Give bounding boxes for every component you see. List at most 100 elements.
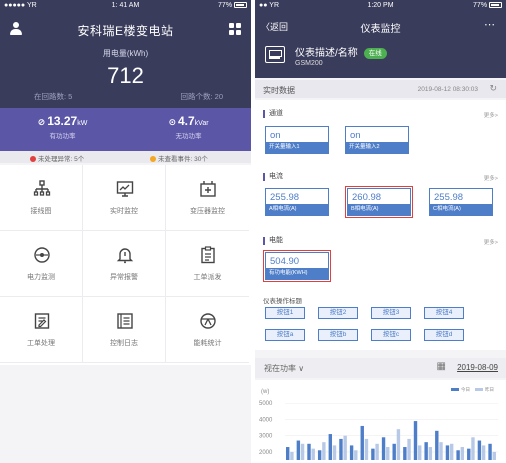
y-tick-label: 3000 [259, 434, 273, 440]
op-button-3[interactable]: 按钮3 [371, 307, 411, 319]
energy-more-link[interactable]: 更多> [484, 238, 498, 246]
channel-more-link[interactable]: 更多> [484, 111, 498, 119]
op-button-a[interactable]: 按钮a [265, 329, 305, 341]
channel-box-1: on 开关量输入1 [265, 126, 329, 154]
log-icon [117, 313, 133, 329]
chart-date-picker[interactable]: 2019-08-09 [457, 363, 498, 372]
current-box-a: 255.98 A相电流(A) [265, 188, 329, 216]
menu-energy-stats[interactable]: 能耗统计 [166, 297, 249, 363]
y-tick-label: 2000 [259, 450, 273, 456]
chart-bar [439, 442, 443, 460]
chart-bar [339, 438, 343, 460]
chart-bar [381, 437, 386, 460]
legend-swatch [475, 388, 483, 391]
status-time: 1:20 PM [367, 2, 394, 9]
chart-bar [477, 440, 482, 460]
reactive-power: ⊙ 4.7kVar 无功功率 [168, 114, 209, 140]
chart-bar [392, 443, 396, 460]
realtime-timestamp: 2019-08-12 08:30:03 [417, 86, 478, 93]
op-button-2[interactable]: 按钮2 [318, 307, 358, 319]
meter-header: ●● YR 1:20 PM 77% 〈返回 仪表监控 ⋯ 仪表描述/名称 在线 G… [255, 0, 506, 78]
chart-bar [445, 445, 450, 460]
current-box-b: 260.98 B相电流(A) [345, 186, 413, 218]
status-bar: ●● YR 1:20 PM 77% [255, 0, 506, 12]
menu-realtime[interactable]: 实时监控 [83, 165, 166, 231]
chart-bar [364, 438, 369, 460]
chart-bar [375, 443, 379, 460]
energy-section-title: 电能 [263, 237, 283, 245]
chart-bar [360, 425, 364, 460]
usage-value: 712 [107, 63, 144, 88]
menu-process[interactable]: 工单处理 [0, 297, 83, 363]
chart-bar [311, 448, 315, 460]
station-header: ●●●●● YR 1: 41 AM 77% 安科瑞E楼变电站 用电量(kWh) … [0, 0, 251, 108]
status-bar: ●●●●● YR 1: 41 AM 77% [0, 0, 251, 12]
legend-swatch [451, 388, 459, 391]
ops-title: 仪表操作标题 [263, 298, 302, 305]
reactive-power-icon: ⊙ [168, 117, 176, 127]
chart-bar [407, 438, 411, 460]
unviewed-events[interactable]: 未查看事件: 30个 [150, 153, 208, 163]
chart-bar [467, 448, 471, 460]
channel-box-2: on 开关量输入2 [345, 126, 409, 154]
more-options-icon[interactable]: ⋯ [484, 18, 496, 31]
menu-power-monitor[interactable]: 电力监测 [0, 231, 83, 297]
op-button-1[interactable]: 按钮1 [265, 307, 305, 319]
online-badge: 在线 [363, 48, 387, 59]
chart-bar [300, 443, 305, 460]
chart-bar [343, 435, 347, 460]
op-button-4[interactable]: 按钮4 [424, 307, 464, 319]
circuit-count: 回路个数: 20 [180, 92, 223, 101]
menu-dispatch[interactable]: 工单派发 [166, 231, 249, 297]
menu-alarm[interactable]: 异常报警 [83, 231, 166, 297]
apps-grid-icon[interactable] [229, 23, 241, 35]
channel-section-title: 通道 [263, 110, 283, 118]
chart-bar [481, 445, 486, 460]
chart-bar [354, 450, 358, 460]
chart-bar [456, 450, 460, 460]
chart-bar [296, 440, 301, 460]
op-button-c[interactable]: 按钮c [371, 329, 411, 341]
menu-transformer[interactable]: 变压器监控 [166, 165, 249, 231]
refresh-icon[interactable]: ↻ [489, 83, 497, 94]
chart-bar [492, 451, 496, 460]
nav-bar: 〈返回 仪表监控 ⋯ [255, 18, 506, 35]
chart-bar [349, 445, 354, 460]
legend-label: 今日 [461, 386, 470, 393]
chart-bar [413, 421, 418, 460]
battery-indicator: 77% [218, 2, 247, 9]
station-title: 安科瑞E楼变电站 [77, 24, 174, 38]
chart-bar [460, 447, 465, 460]
realtime-panel: 通道 更多> on 开关量输入1 on 开关量输入2 电流 更多> 255.98… [255, 100, 506, 350]
current-box-c: 255.98 C相电流(A) [429, 188, 493, 216]
meter-code: GSM200 [295, 60, 323, 67]
chart-bar [403, 447, 407, 460]
chart-bar [332, 445, 337, 460]
transformer-icon [200, 181, 216, 197]
realtime-header: 实时数据 2019-08-12 08:30:03 ↻ [255, 80, 506, 98]
usage-label: 用电量(kWh) [102, 49, 149, 58]
wiring-diagram-icon [33, 180, 51, 196]
active-power: ⊘ 13.27kW 有功功率 [37, 114, 88, 140]
y-tick-label: 5000 [259, 401, 273, 407]
menu-log[interactable]: 控制日志 [83, 297, 166, 363]
calendar-icon[interactable]: ▦ [437, 361, 446, 372]
chart-bar [428, 447, 433, 460]
legend-label: 昨日 [485, 386, 494, 393]
current-more-link[interactable]: 更多> [484, 174, 498, 182]
op-button-b[interactable]: 按钮b [318, 329, 358, 341]
chart-bar [449, 443, 454, 460]
chart-bar [488, 443, 492, 460]
menu-wiring[interactable]: 接线图 [0, 165, 83, 231]
online-circuits: 在回路数: 5 [34, 92, 73, 101]
current-section-title: 电流 [263, 173, 283, 181]
error-dot-icon [30, 156, 36, 162]
unhandled-alert[interactable]: 未处理异常: 5个 [30, 153, 84, 163]
chart-metric-dropdown[interactable]: 视在功率 ∨ [264, 363, 304, 374]
left-phone-screen: ●●●●● YR 1: 41 AM 77% 安科瑞E楼变电站 用电量(kWh) … [0, 0, 251, 463]
op-button-d[interactable]: 按钮d [424, 329, 464, 341]
chart-bar [371, 448, 375, 460]
active-power-icon: ⊘ [37, 117, 46, 127]
chart-bar [386, 447, 390, 460]
alarm-bell-icon [116, 248, 134, 264]
